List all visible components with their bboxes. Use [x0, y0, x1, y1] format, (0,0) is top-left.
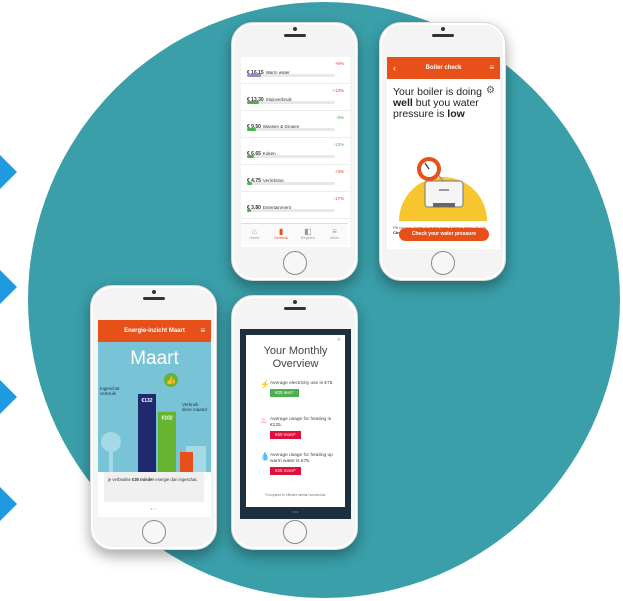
speaker-icon [142, 297, 165, 300]
usage-change: +13% [332, 88, 344, 93]
usage-change: +6% [334, 61, 344, 66]
insight-screen: Energie-inzicht Maart ≡ Maart €132 €102 … [98, 320, 211, 517]
usage-bar-fill [247, 74, 262, 77]
header-title: Energie-inzicht Maart [124, 328, 185, 334]
thumbs-up-glyph: 👍 [166, 375, 176, 385]
usage-bar-track [247, 155, 335, 158]
arrow-icon [0, 155, 17, 189]
app-header: Energie-inzicht Maart ≡ [98, 320, 211, 342]
home-button[interactable] [430, 251, 455, 275]
phone-energy-insight: Energie-inzicht Maart ≡ Maart €132 €102 … [90, 285, 217, 550]
building-front [180, 452, 193, 472]
comparison-badge: €25 less* [270, 389, 299, 397]
usage-bar-fill [247, 101, 260, 104]
camera-icon [292, 300, 297, 304]
overview-item-warm-water: 💧 Average usage for heating up warm wate… [260, 452, 333, 475]
arrow-icon [0, 380, 17, 414]
header-title: Boiler check [425, 65, 462, 71]
tab-regelen[interactable]: ◧ Regelen [295, 224, 322, 245]
usage-bar-track [247, 182, 335, 185]
menu-icon[interactable]: ≡ [200, 320, 205, 342]
usage-row[interactable]: € 4,75 Verlichting +3% [241, 165, 350, 192]
app-header: ‹ Boiler check ≡ [387, 57, 500, 79]
usage-bar-track [247, 101, 335, 104]
phone-monthly-overview: × Your Monthly Overview ⚡ Average electr… [231, 295, 358, 550]
overview-item-electricity: ⚡ Average electricity use is €75. €25 le… [260, 380, 334, 397]
usage-row[interactable]: € 9,50 Wassen & Drogen -9% [241, 111, 350, 138]
bar-actual-value: €102 [161, 416, 172, 422]
bar-estimated-value: €132 [141, 398, 152, 404]
tree-trunk [109, 446, 113, 472]
menu-icon: ≡ [332, 227, 337, 236]
overview-title: Your Monthly Overview [263, 345, 328, 370]
overview-screen: × Your Monthly Overview ⚡ Average electr… [240, 329, 351, 519]
boiler-screen: ‹ Boiler check ≡ Your boiler is doing we… [387, 57, 500, 249]
usage-bar-fill [247, 209, 252, 212]
control-icon: ◧ [304, 227, 312, 236]
close-icon[interactable]: × [337, 337, 341, 344]
arrow-icon [0, 487, 17, 521]
bar-estimated [138, 394, 156, 472]
speaker-icon [283, 34, 306, 37]
tab-verbruik[interactable]: ▮ Verbruik [268, 224, 295, 245]
usage-screen: € 16,15 Warm water +6% € 13,30 Sluipverbruik… [241, 57, 350, 247]
usage-change: -17% [333, 196, 344, 201]
usage-list: € 16,15 Warm water +6% € 13,30 Sluipverbruik… [241, 57, 350, 219]
bar-chart-icon: ▮ [278, 227, 284, 236]
label-estimated: Ingeschat verbruik [100, 386, 120, 396]
comparison-footnote: *Compared to efficient similar household… [264, 493, 327, 497]
home-button[interactable] [282, 520, 307, 544]
back-icon[interactable]: ‹ [393, 57, 396, 79]
phone-boiler-check: ‹ Boiler check ≡ Your boiler is doing we… [379, 22, 506, 281]
usage-bar-track [247, 128, 335, 131]
comparison-badge: €25 more* [270, 467, 301, 475]
camera-icon [292, 27, 297, 31]
phone-usage-list: € 16,15 Warm water +6% € 13,30 Sluipverbruik… [231, 22, 358, 281]
menu-icon[interactable]: ≡ [489, 57, 494, 79]
gear-icon[interactable]: ⚙ [486, 85, 495, 96]
home-button[interactable] [141, 520, 166, 544]
flame-icon: ♨ [260, 416, 268, 425]
check-water-pressure-button[interactable]: Check your water pressure [399, 228, 489, 241]
tab-meer[interactable]: ≡ Meer [321, 224, 348, 245]
home-button[interactable] [282, 251, 307, 275]
label-actual: Verbruik deze maand [182, 402, 207, 412]
speaker-icon [431, 34, 454, 37]
usage-row[interactable]: € 13,30 Sluipverbruik +13% [241, 84, 350, 111]
insight-message: je verbruikte €30 minder energie dan ing… [104, 472, 204, 502]
water-drop-icon: 💧 [260, 452, 270, 461]
speaker-icon [283, 307, 306, 310]
home-icon: ⌂ [251, 227, 257, 236]
usage-change: -9% [335, 115, 344, 120]
usage-change: +3% [334, 169, 344, 174]
usage-row[interactable]: € 16,15 Warm water +6% [241, 57, 350, 84]
tab-home[interactable]: ⌂ Home [241, 224, 268, 245]
camera-icon [151, 290, 156, 294]
camera-icon [440, 27, 445, 31]
usage-bar-fill [247, 155, 255, 158]
usage-bar-fill [247, 182, 253, 185]
usage-bar-track [247, 209, 335, 212]
page-indicator: ••• [291, 509, 300, 514]
usage-change: -13% [333, 142, 344, 147]
arrow-icon [0, 270, 17, 304]
overview-item-heating: ♨ Average usage for heating is €125. €50… [260, 416, 331, 439]
page-indicator: ••• [150, 506, 159, 511]
boiler-illustration [399, 157, 487, 221]
tab-bar: ⌂ Home ▮ Verbruik ◧ Regelen ≡ Meer [241, 223, 348, 245]
lightning-icon: ⚡ [260, 380, 270, 389]
boiler-headline: Your boiler is doing well but you water … [393, 86, 482, 120]
usage-bar-fill [247, 128, 256, 131]
usage-row[interactable]: € 6,65 Koken -13% [241, 138, 350, 165]
overview-card: × Your Monthly Overview ⚡ Average electr… [246, 335, 345, 507]
usage-row[interactable]: € 3,80 Entertainment -17% [241, 192, 350, 219]
usage-bar-track [247, 74, 335, 77]
comparison-badge: €50 more* [270, 431, 301, 439]
